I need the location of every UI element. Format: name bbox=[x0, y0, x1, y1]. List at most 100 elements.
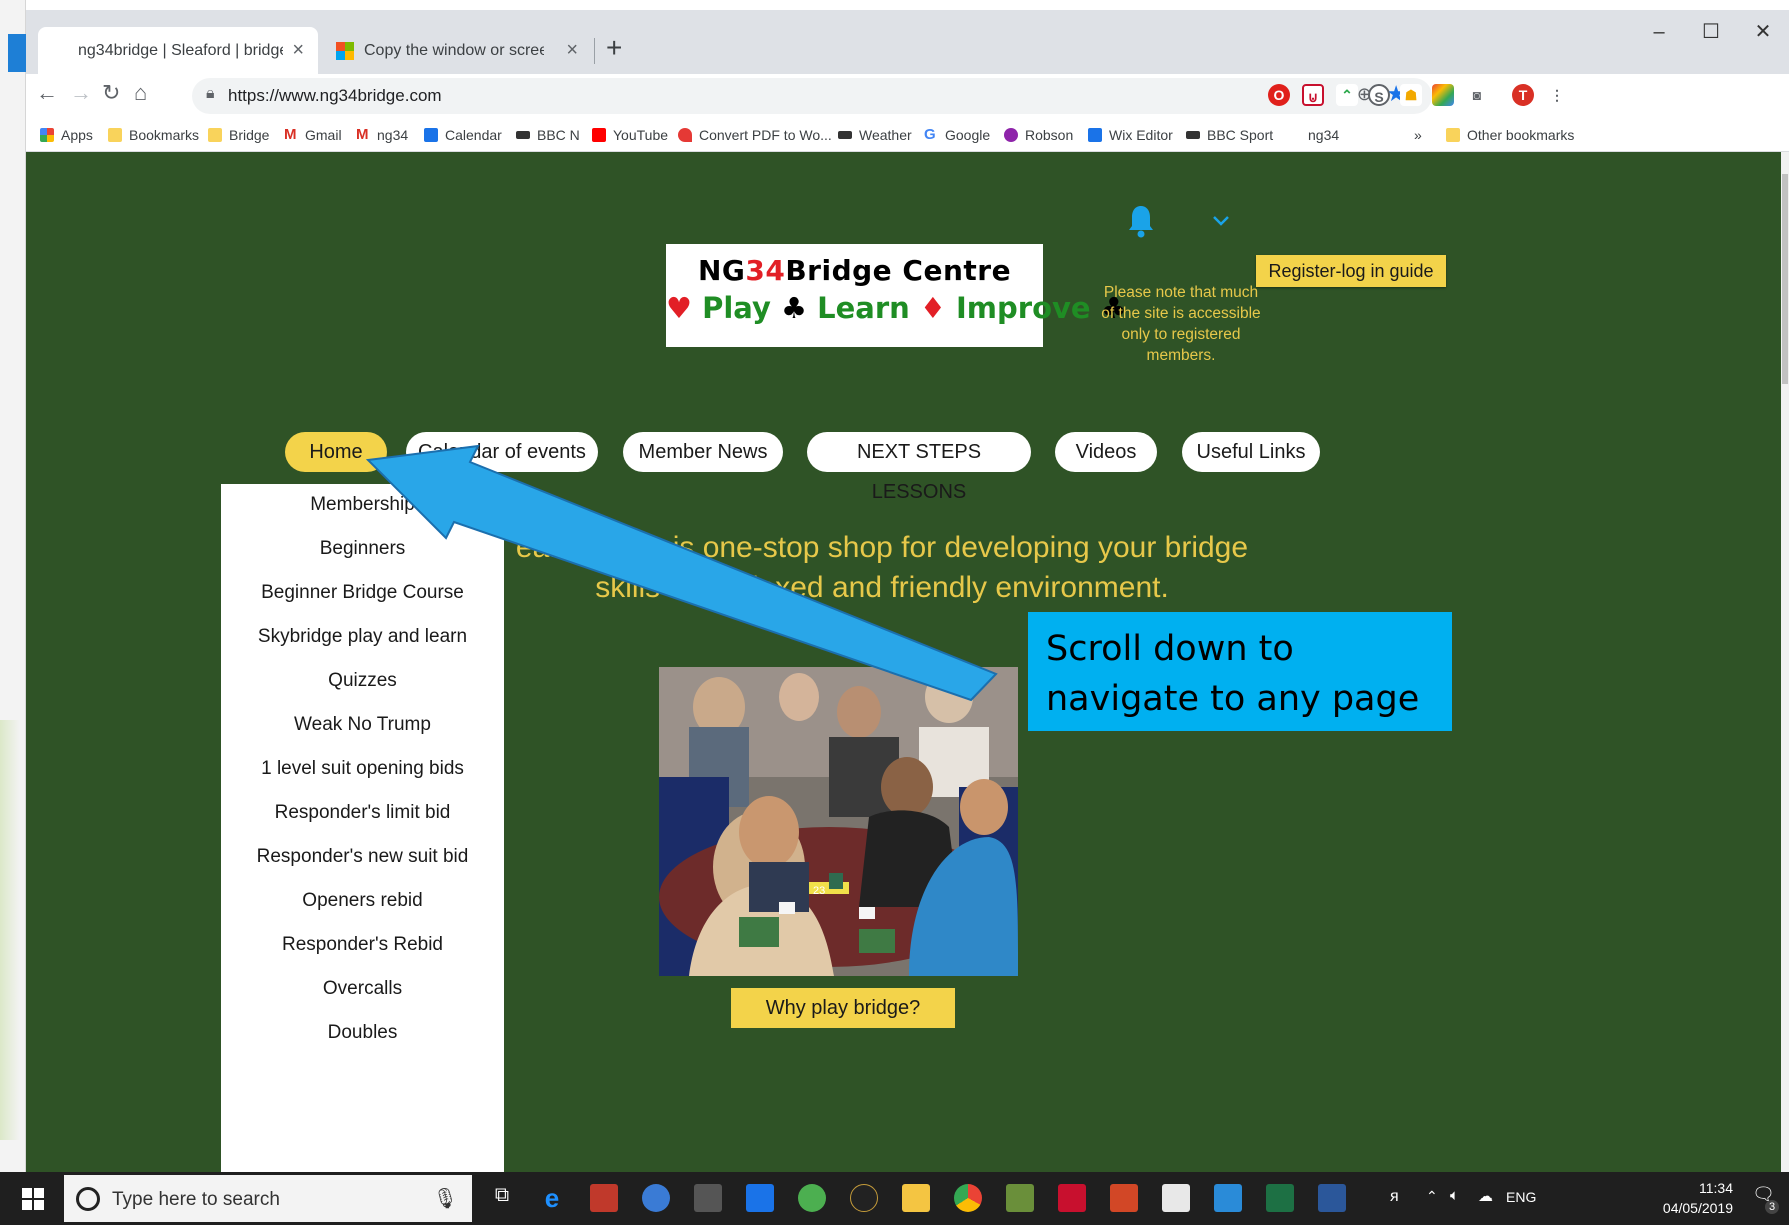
bookmark-bookmarks[interactable]: Bookmarks bbox=[108, 127, 199, 143]
nav-next-steps-lessons[interactable]: NEXT STEPS LESSONS bbox=[807, 432, 1031, 503]
bookmark-bbc-news[interactable]: BBC N bbox=[516, 127, 580, 143]
site-logo[interactable]: NG34Bridge Centre ♥ Play ♣ Learn ♦ Impro… bbox=[666, 244, 1127, 347]
system-clock[interactable]: 11:34 04/05/2019 bbox=[1663, 1178, 1733, 1218]
nav-calendar-of-events[interactable]: Calendar of events bbox=[406, 432, 598, 472]
forward-button[interactable]: → bbox=[70, 80, 92, 106]
calendar-app-icon[interactable] bbox=[746, 1184, 774, 1212]
why-play-bridge-button[interactable]: Why play bridge? bbox=[731, 988, 955, 1028]
chevron-down-icon[interactable] bbox=[1211, 214, 1231, 228]
bookmark-calendar[interactable]: Calendar bbox=[424, 127, 502, 143]
robson-icon bbox=[1004, 128, 1018, 142]
calculator-icon[interactable] bbox=[694, 1184, 722, 1212]
people-extension-icon[interactable]: ☗ bbox=[1400, 84, 1422, 106]
profile-avatar[interactable]: T bbox=[1512, 84, 1534, 106]
mcafee-icon[interactable] bbox=[1058, 1184, 1086, 1212]
new-tab-button[interactable]: + bbox=[606, 32, 622, 64]
camera-icon[interactable]: ◙ bbox=[1466, 84, 1488, 106]
register-login-guide-button[interactable]: Register-log in guide bbox=[1256, 255, 1446, 287]
network-icon[interactable]: ☁︎ bbox=[1478, 1187, 1493, 1205]
nav-home[interactable]: Home bbox=[285, 432, 387, 472]
paint-icon[interactable] bbox=[642, 1184, 670, 1212]
edge-icon[interactable]: e bbox=[538, 1184, 566, 1212]
bookmark-apps[interactable]: Apps bbox=[40, 127, 93, 143]
dropdown-item-quizzes[interactable]: Quizzes bbox=[221, 670, 504, 692]
bookmarks-overflow[interactable]: » bbox=[1414, 127, 1422, 143]
close-window-button[interactable]: ✕ bbox=[1737, 10, 1789, 54]
color-extension-icon[interactable] bbox=[1432, 84, 1454, 106]
opera-icon[interactable]: O bbox=[1268, 84, 1290, 106]
tab-title: Copy the window or screen conte bbox=[364, 41, 544, 59]
task-view-icon[interactable]: ⧉ bbox=[488, 1184, 516, 1212]
close-icon[interactable]: × bbox=[566, 39, 578, 62]
page-scrollbar[interactable] bbox=[1781, 152, 1789, 1172]
pocket-icon[interactable]: ⊍ bbox=[1302, 84, 1324, 106]
tab-copy-window[interactable]: Copy the window or screen conte × bbox=[322, 27, 592, 74]
nav-videos[interactable]: Videos bbox=[1055, 432, 1157, 472]
dropdown-item-skybridge[interactable]: Skybridge play and learn bbox=[221, 626, 504, 648]
powerpoint-icon[interactable] bbox=[1110, 1184, 1138, 1212]
lock-icon: 🔒︎ bbox=[206, 85, 215, 102]
bookmark-wix-editor[interactable]: Wix Editor bbox=[1088, 127, 1173, 143]
folder-icon bbox=[1446, 128, 1460, 142]
bookmark-convert-pdf[interactable]: Convert PDF to Wo... bbox=[678, 127, 832, 143]
dropdown-item-responders-limit[interactable]: Responder's limit bid bbox=[221, 802, 504, 824]
excel-icon[interactable] bbox=[1266, 1184, 1294, 1212]
scrollbar-thumb[interactable] bbox=[1782, 174, 1788, 384]
address-bar[interactable]: 🔒︎ https://www.ng34bridge.com ⊕ ★ bbox=[192, 78, 1432, 114]
bookmark-google[interactable]: G Google bbox=[924, 127, 990, 143]
dropdown-item-membership[interactable]: Membership bbox=[221, 494, 504, 516]
bookmark-ng34[interactable]: Mng34 bbox=[356, 127, 408, 143]
dropdown-item-responders-new-suit[interactable]: Responder's new suit bid bbox=[221, 846, 504, 868]
word-icon[interactable] bbox=[1318, 1184, 1346, 1212]
calendar-icon bbox=[424, 128, 438, 142]
dropdown-item-beginner-course[interactable]: Beginner Bridge Course bbox=[221, 582, 504, 604]
dropdown-item-doubles[interactable]: Doubles bbox=[221, 1022, 504, 1044]
people-icon[interactable]: ᴙ bbox=[1390, 1188, 1399, 1206]
bookmark-other[interactable]: Other bookmarks bbox=[1446, 127, 1574, 143]
minimize-button[interactable]: – bbox=[1633, 10, 1685, 54]
tab-ng34bridge[interactable]: ng34bridge | Sleaford | bridge × bbox=[38, 27, 318, 74]
maximize-button[interactable]: ☐ bbox=[1685, 10, 1737, 54]
bookmark-weather[interactable]: Weather bbox=[838, 127, 912, 143]
image-app-icon[interactable] bbox=[1006, 1184, 1034, 1212]
chart-extension-icon[interactable]: ⌃ bbox=[1336, 84, 1358, 106]
bookmark-bridge[interactable]: Bridge bbox=[208, 127, 269, 143]
clock-app-icon[interactable] bbox=[850, 1184, 878, 1212]
dropdown-item-openers-rebid[interactable]: Openers rebid bbox=[221, 890, 504, 912]
bookmark-bbc-sport[interactable]: BBC Sport bbox=[1186, 127, 1273, 143]
close-icon[interactable]: × bbox=[292, 39, 304, 62]
google-icon: G bbox=[924, 126, 936, 143]
dropdown-item-overcalls[interactable]: Overcalls bbox=[221, 978, 504, 1000]
bookmark-youtube[interactable]: YouTube bbox=[592, 127, 668, 143]
chevron-up-icon[interactable]: ⌃ bbox=[1426, 1188, 1438, 1205]
green-app-icon[interactable] bbox=[798, 1184, 826, 1212]
file-explorer-icon[interactable] bbox=[902, 1184, 930, 1212]
taskbar-search-input[interactable]: Type here to search 🎙︎ bbox=[64, 1175, 472, 1222]
skype-icon[interactable]: S bbox=[1368, 84, 1390, 106]
dropdown-item-suit-opening[interactable]: 1 level suit opening bids bbox=[221, 758, 504, 780]
speaker-icon[interactable]: 🔈︎ bbox=[1450, 1187, 1459, 1204]
back-button[interactable]: ← bbox=[36, 80, 58, 106]
browser-window: ng34bridge | Sleaford | bridge × Copy th… bbox=[26, 10, 1789, 1172]
gmail-icon: M bbox=[356, 126, 369, 143]
language-indicator[interactable]: ENG bbox=[1506, 1189, 1536, 1205]
menu-icon[interactable]: ⋮ bbox=[1546, 84, 1568, 106]
bookmark-robson[interactable]: Robson bbox=[1004, 127, 1073, 143]
microphone-icon[interactable]: 🎙︎ bbox=[433, 1186, 458, 1211]
chrome-icon[interactable] bbox=[954, 1184, 982, 1212]
box-app-icon[interactable] bbox=[1162, 1184, 1190, 1212]
solitaire-icon[interactable] bbox=[590, 1184, 618, 1212]
windows-start-icon[interactable] bbox=[22, 1188, 44, 1210]
home-icon[interactable]: ⌂ bbox=[134, 80, 147, 106]
dropdown-item-weak-no-trump[interactable]: Weak No Trump bbox=[221, 714, 504, 736]
bell-icon[interactable] bbox=[1127, 204, 1155, 238]
remote-desktop-icon[interactable] bbox=[1214, 1184, 1242, 1212]
bookmark-label: ng34 bbox=[1308, 127, 1340, 143]
dropdown-item-responders-rebid[interactable]: Responder's Rebid bbox=[221, 934, 504, 956]
bookmark-gmail[interactable]: M Gmail bbox=[284, 127, 342, 143]
reload-button[interactable]: ↻ bbox=[102, 80, 120, 106]
nav-member-news[interactable]: Member News bbox=[623, 432, 783, 472]
dropdown-item-beginners[interactable]: Beginners bbox=[221, 538, 504, 560]
nav-useful-links[interactable]: Useful Links bbox=[1182, 432, 1320, 472]
bookmark-ng34-2[interactable]: ng34 bbox=[1308, 127, 1339, 143]
